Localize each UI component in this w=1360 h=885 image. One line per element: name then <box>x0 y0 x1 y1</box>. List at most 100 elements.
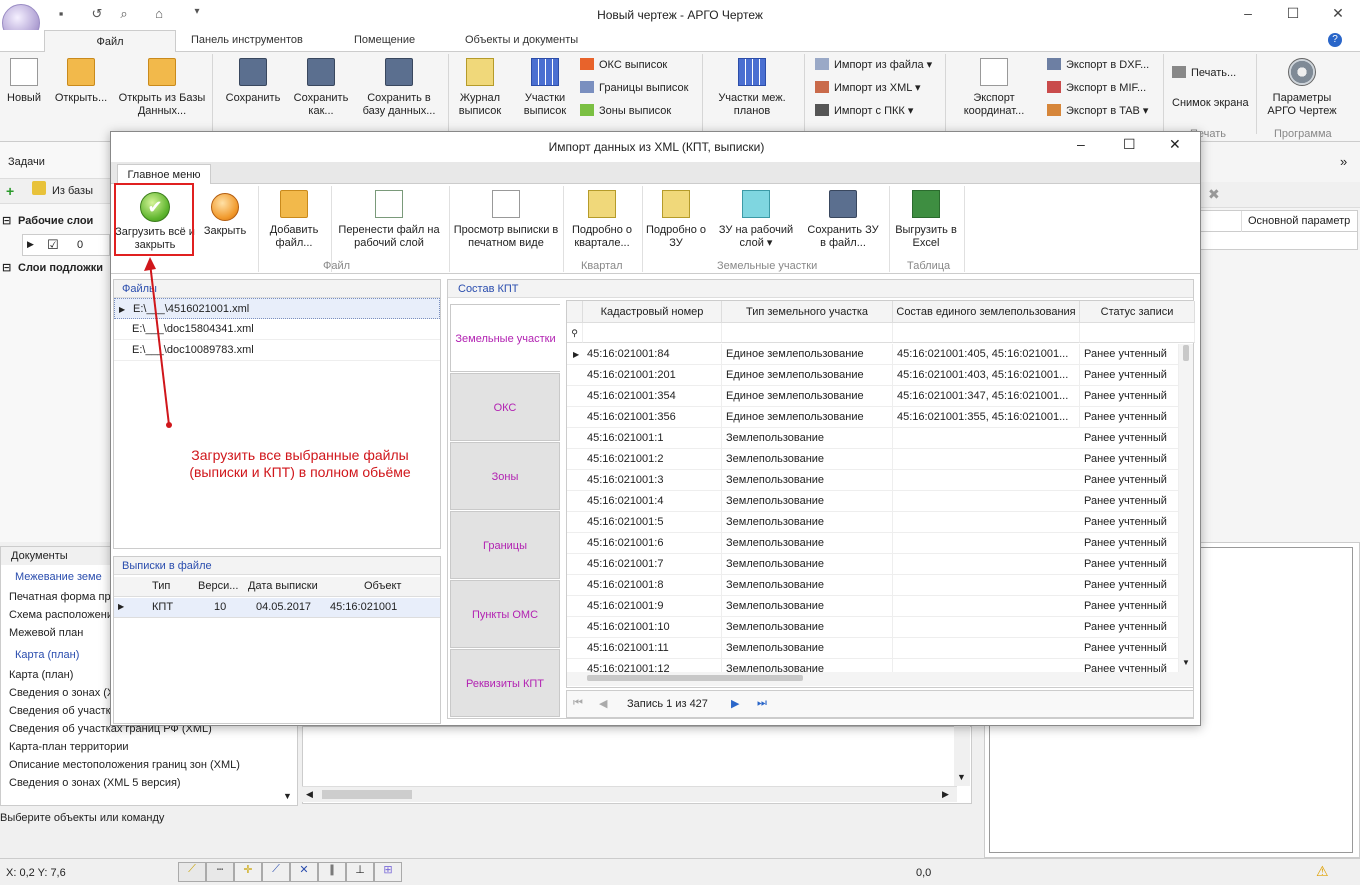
help-icon[interactable]: ? <box>1328 33 1342 47</box>
table-row[interactable]: 45:16:021001:6 Землепользование Ранее учте… <box>567 533 1179 554</box>
save-button[interactable]: Сохранить <box>220 54 286 105</box>
from-db-button[interactable]: Из базы <box>52 185 93 197</box>
maximize-icon[interactable]: ☐ <box>1283 5 1303 25</box>
zu-to-layer-button[interactable]: ЗУ на рабочий слой ▾ <box>711 186 801 250</box>
vtab-borders[interactable]: Границы <box>450 511 560 579</box>
import-pkk-button[interactable]: Импорт с ПКК ▾ <box>815 102 913 120</box>
doc-item[interactable]: Сведения об участк <box>9 705 110 717</box>
snap-midpoint-icon[interactable]: ┄ <box>206 862 234 882</box>
detail-quarter-button[interactable]: Подробно о квартале... <box>567 186 637 250</box>
import-xml-button[interactable]: Импорт из XML ▾ <box>815 79 921 97</box>
snap-endpoint-icon[interactable]: ⟋ <box>178 862 206 882</box>
horizontal-scrollbar[interactable]: ◀ ▶ <box>302 786 957 802</box>
doc-group[interactable]: Карта (план) <box>15 649 79 661</box>
snap-parallel-icon[interactable]: ∥ <box>318 862 346 882</box>
collapse-icon[interactable]: ⊟ <box>2 261 11 274</box>
scroll-thumb[interactable] <box>322 790 412 799</box>
export-coords-button[interactable]: Экспорт координат... <box>950 54 1038 118</box>
extract-row[interactable]: ▶ КПТ 10 04.05.2017 45:16:021001 <box>114 598 440 618</box>
grid-vscroll[interactable]: ▼ <box>1179 344 1193 672</box>
col-object[interactable]: Объект <box>364 580 401 592</box>
close-window-icon[interactable]: ✕ <box>1328 5 1348 25</box>
table-row[interactable]: 45:16:021001:10 Землепользование Ранее учт… <box>567 617 1179 638</box>
table-row[interactable]: 45:16:021001:12 Землепользование Ранее учт… <box>567 659 1179 672</box>
table-row[interactable]: 45:16:021001:5 Землепользование Ранее учте… <box>567 512 1179 533</box>
warning-icon[interactable]: ⚠ <box>1316 863 1329 880</box>
move-file-button[interactable]: Перенести файл на рабочий слой <box>335 186 443 250</box>
table-row[interactable]: 45:16:021001:1 Землепользование Ранее учте… <box>567 428 1179 449</box>
detail-zu-button[interactable]: Подробно о ЗУ <box>645 186 707 250</box>
plots-button[interactable]: Участки выписок <box>514 54 576 118</box>
doc-item[interactable]: Межевой план <box>9 627 83 639</box>
scroll-down-icon[interactable]: ▼ <box>283 791 292 801</box>
table-row[interactable]: ▶ 45:16:021001:84 Единое землепользование 4… <box>567 344 1179 365</box>
vtab-land-plots[interactable]: Земельные участки <box>450 304 560 372</box>
doc-item[interactable]: Печатная форма пр <box>9 591 111 603</box>
tab-file[interactable]: Файл <box>44 30 176 53</box>
last-record-icon[interactable]: ⏭ <box>757 697 767 710</box>
col-status[interactable]: Статус записи <box>1080 301 1195 323</box>
table-row[interactable]: 45:16:021001:201 Единое землепользование 4… <box>567 365 1179 386</box>
oks-button[interactable]: ОКС выписок <box>580 56 667 74</box>
import-file-button[interactable]: Импорт из файла ▾ <box>815 56 932 74</box>
zones-button[interactable]: Зоны выписок <box>580 102 671 120</box>
doc-item[interactable]: Карта-план территории <box>9 741 129 753</box>
vtab-oms-points[interactable]: Пункты ОМС <box>450 580 560 648</box>
layer-checkbox[interactable]: ☑ <box>47 237 59 253</box>
layer-row[interactable]: ▶ ☑ 0 <box>22 234 110 256</box>
table-row[interactable]: 45:16:021001:7 Землепользование Ранее учте… <box>567 554 1179 575</box>
scroll-thumb[interactable] <box>587 675 803 681</box>
snap-center-icon[interactable]: ✛ <box>234 862 262 882</box>
table-row[interactable]: 45:16:021001:4 Землепользование Ранее учте… <box>567 491 1179 512</box>
next-record-icon[interactable]: ▶ <box>731 697 739 710</box>
col-plot-type[interactable]: Тип земельного участка <box>722 301 893 323</box>
doc-item[interactable]: Сведения о зонах (X <box>9 687 114 699</box>
col-composition[interactable]: Состав единого землепользования <box>893 301 1080 323</box>
minimize-icon[interactable]: – <box>1238 5 1258 25</box>
close-button[interactable]: Закрыть <box>199 186 251 238</box>
vertical-scrollbar[interactable]: ▼ <box>954 726 970 786</box>
save-as-button[interactable]: Сохранить как... <box>290 54 352 118</box>
props-row[interactable] <box>1200 232 1358 250</box>
export-mif-button[interactable]: Экспорт в MIF... <box>1047 79 1146 97</box>
dialog-maximize-icon[interactable]: ☐ <box>1123 136 1136 153</box>
open-db-button[interactable]: Открыть из Базы Данных... <box>118 54 206 118</box>
filter-composition[interactable] <box>893 323 1080 343</box>
tab-room[interactable]: Помещение <box>354 34 415 46</box>
doc-item[interactable]: Карта (план) <box>9 669 73 681</box>
doc-item[interactable]: Описание местоположения границ зон (XML) <box>9 759 240 771</box>
col-type[interactable]: Тип <box>152 580 170 592</box>
collapse-icon[interactable]: ⊟ <box>2 214 11 227</box>
journal-button[interactable]: Журнал выписок <box>452 54 508 118</box>
grid-hscroll[interactable] <box>567 672 1193 686</box>
interplots-button[interactable]: Участки меж. планов <box>708 54 796 118</box>
table-row[interactable]: 45:16:021001:9 Землепользование Ранее учте… <box>567 596 1179 617</box>
filter-cadastral[interactable] <box>583 323 722 343</box>
table-row[interactable]: 45:16:021001:3 Землепользование Ранее учте… <box>567 470 1179 491</box>
tab-main-menu[interactable]: Главное меню <box>117 164 211 185</box>
filter-status[interactable] <box>1080 323 1195 343</box>
vtab-zones[interactable]: Зоны <box>450 442 560 510</box>
dialog-minimize-icon[interactable]: – <box>1077 136 1085 152</box>
dialog-close-icon[interactable]: ✕ <box>1169 136 1181 153</box>
first-record-icon[interactable]: ⏮ <box>573 697 583 710</box>
col-cadastral[interactable]: Кадастровый номер <box>583 301 722 323</box>
export-excel-button[interactable]: Выгрузить в Excel <box>893 186 959 250</box>
tab-toolbar[interactable]: Панель инструментов <box>191 34 303 46</box>
export-tab-button[interactable]: Экспорт в TAB ▾ <box>1047 102 1148 120</box>
col-version[interactable]: Верси... <box>198 580 238 592</box>
col-date[interactable]: Дата выписки <box>248 580 318 592</box>
scroll-down-icon[interactable]: ▼ <box>1182 658 1190 667</box>
params-button[interactable]: Параметры АРГО Чертеж <box>1262 54 1342 118</box>
snap-line-icon[interactable]: ⟋ <box>262 862 290 882</box>
add-file-button[interactable]: Добавить файл... <box>261 186 327 250</box>
doc-item[interactable]: Сведения о зонах (XML 5 версия) <box>9 777 181 789</box>
new-button[interactable]: Новый <box>2 54 46 105</box>
export-dxf-button[interactable]: Экспорт в DXF... <box>1047 56 1149 74</box>
table-row[interactable]: 45:16:021001:356 Единое землепользование 4… <box>567 407 1179 428</box>
prev-record-icon[interactable]: ◀ <box>599 697 607 710</box>
save-db-button[interactable]: Сохранить в базу данных... <box>358 54 440 118</box>
table-row[interactable]: 45:16:021001:8 Землепользование Ранее учте… <box>567 575 1179 596</box>
table-row[interactable]: 45:16:021001:2 Землепользование Ранее учте… <box>567 449 1179 470</box>
delete-icon[interactable]: ✖ <box>1208 186 1220 203</box>
